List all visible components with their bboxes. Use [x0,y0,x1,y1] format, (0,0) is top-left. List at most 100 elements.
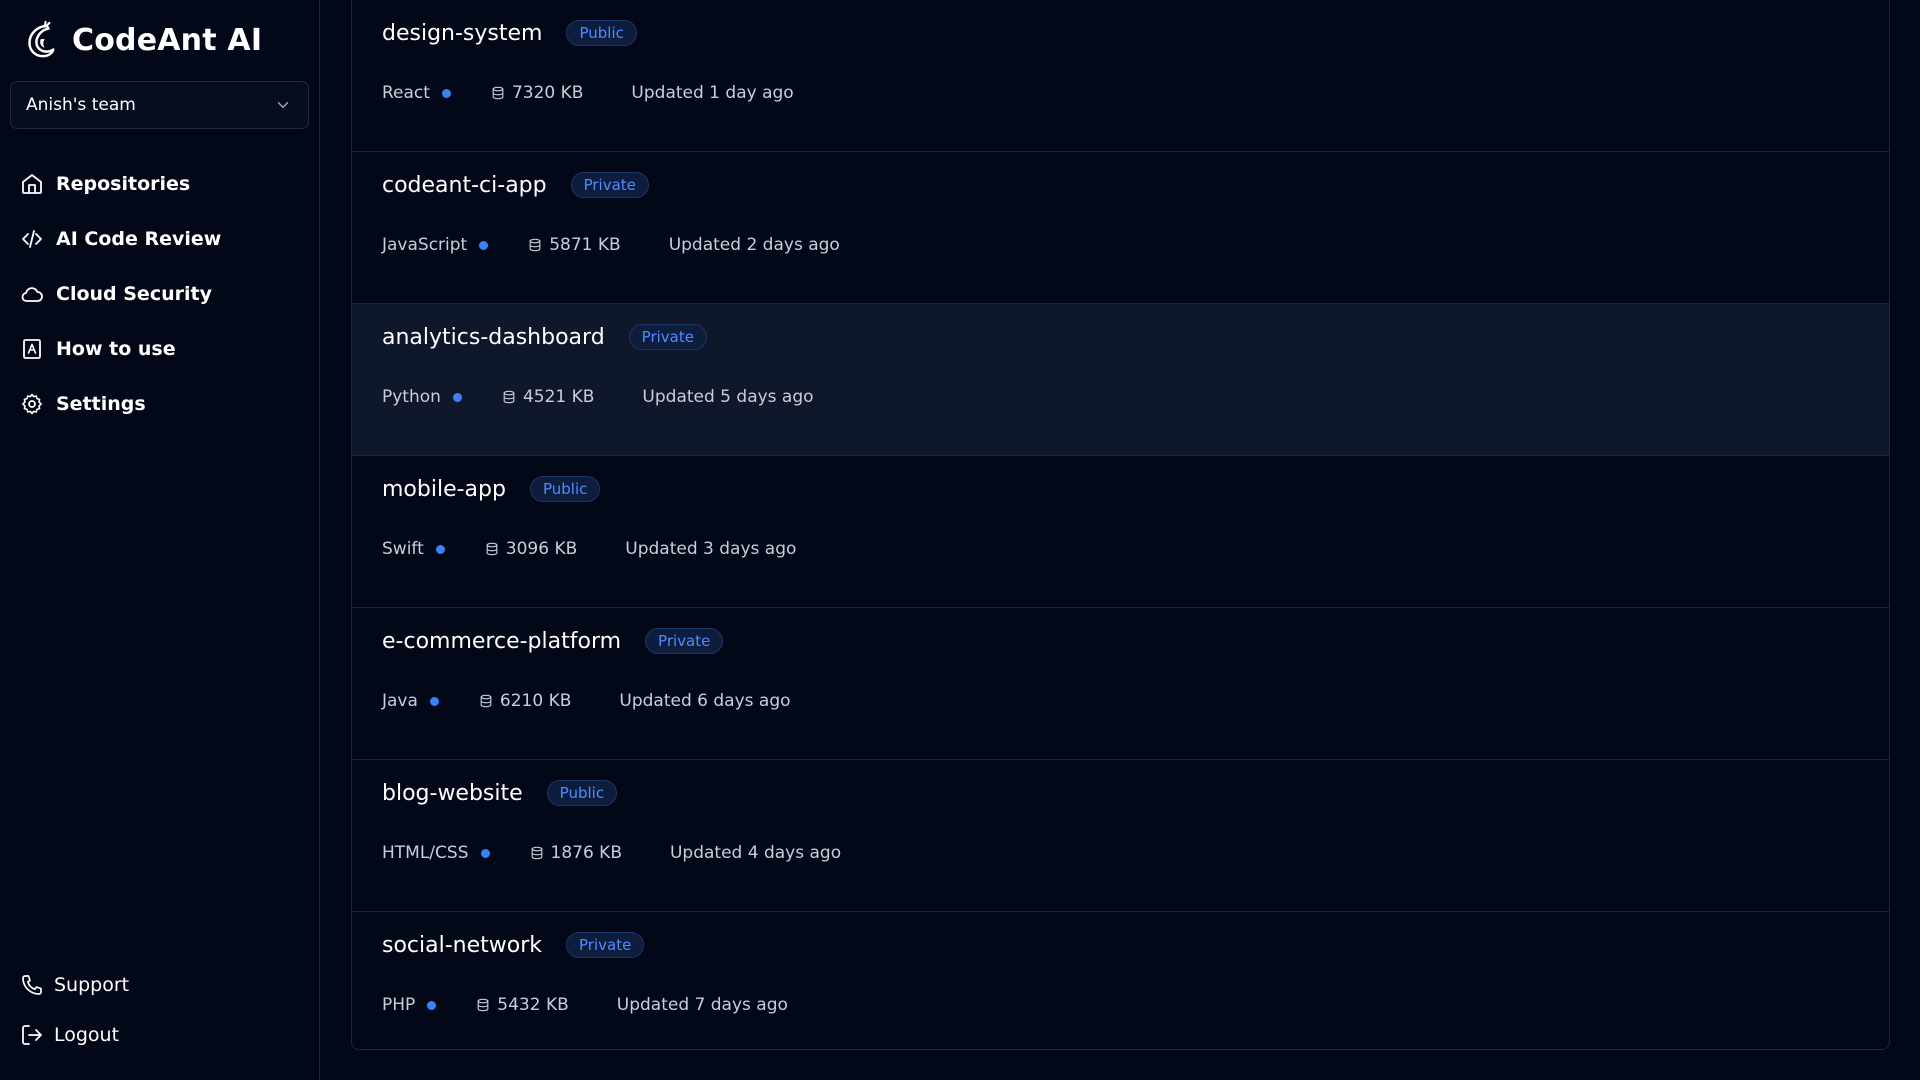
repository-meta: HTML/CSS 1876 KB Updated 4 days ago [382,840,841,866]
nav-item-repositories[interactable]: Repositories [20,156,310,211]
repository-updated: Updated 3 days ago [625,539,797,559]
repository-language: React [382,83,430,103]
repository-meta: PHP 5432 KB Updated 7 days ago [382,992,788,1018]
repository-size: 4521 KB [502,387,594,407]
repository-size-value: 4521 KB [522,387,595,407]
repository-name[interactable]: design-system [382,21,542,46]
repository-updated: Updated 7 days ago [616,995,788,1015]
database-icon [503,390,515,404]
repository-row[interactable]: mobile-app Public Swift 3096 KB Updated … [352,456,1889,608]
repository-updated: Updated 1 day ago [631,83,794,103]
repository-updated: Updated 2 days ago [668,235,840,255]
nav-item-settings[interactable]: Settings [20,376,310,431]
brand[interactable]: CodeAnt AI [20,20,262,60]
repository-row[interactable]: design-system Public React 7320 KB Updat… [352,0,1889,152]
repository-header: codeant-ci-app Private [382,170,649,200]
repository-row[interactable]: e-commerce-platform Private Java 6210 KB… [352,608,1889,760]
visibility-badge: Private [645,628,724,654]
visibility-badge: Public [566,20,637,46]
repository-row[interactable]: blog-website Public HTML/CSS 1876 KB Upd… [352,760,1889,912]
repository-row[interactable]: social-network Private PHP 5432 KB Updat… [352,912,1889,1049]
sidebar: CodeAnt AI Anish's team Repositories AI … [0,0,320,1080]
book-icon [23,338,41,359]
repository-name[interactable]: codeant-ci-app [382,173,547,198]
team-selector[interactable]: Anish's team [10,81,309,129]
visibility-badge: Public [529,476,601,502]
language-dot-icon [427,1000,437,1010]
repository-meta: React 7320 KB Updated 1 day ago [382,80,794,106]
nav-label: Settings [56,392,146,415]
visibility-badge: Private [628,324,707,350]
logout-icon [22,1025,42,1045]
repository-name[interactable]: blog-website [382,781,523,806]
nav-item-cloud-security[interactable]: Cloud Security [20,266,310,321]
repository-language: Swift [382,539,424,559]
main-nav: Repositories AI Code Review Cloud Securi… [20,156,310,431]
database-icon [477,998,489,1012]
repository-size-value: 3096 KB [505,539,578,559]
repository-header: social-network Private [382,930,645,960]
cloud-icon [21,286,43,302]
language-dot-icon [429,696,439,706]
repository-meta: Java 6210 KB Updated 6 days ago [382,688,791,714]
repository-row[interactable]: codeant-ci-app Private JavaScript 5871 K… [352,152,1889,304]
repository-size: 3096 KB [485,539,577,559]
support-link[interactable]: Support [20,960,310,1010]
visibility-badge: Public [546,780,618,806]
repository-name[interactable]: e-commerce-platform [382,629,621,654]
repository-list: design-system Public React 7320 KB Updat… [351,0,1890,1050]
repository-row[interactable]: analytics-dashboard Private Python 4521 … [352,304,1889,456]
repository-header: analytics-dashboard Private [382,322,707,352]
team-selector-value: Anish's team [26,95,136,115]
visibility-badge: Private [570,172,649,198]
repository-updated: Updated 4 days ago [669,843,842,863]
nav-label: Cloud Security [56,282,212,305]
gear-icon [22,393,42,414]
home-icon [22,173,42,194]
repository-updated: Updated 6 days ago [619,691,791,711]
bottom-nav: Support Logout [20,960,310,1060]
repository-header: e-commerce-platform Private [382,626,724,656]
language-dot-icon [480,848,490,858]
language-dot-icon [441,88,451,98]
repository-language: Python [382,387,441,407]
repository-language: HTML/CSS [382,843,469,863]
repository-meta: Swift 3096 KB Updated 3 days ago [382,536,796,562]
visibility-badge: Private [566,932,645,958]
nav-item-ai-code-review[interactable]: AI Code Review [20,211,310,266]
language-dot-icon [479,240,489,250]
repository-meta: Python 4521 KB Updated 5 days ago [382,384,814,410]
nav-label: How to use [56,337,176,360]
nav-label: Repositories [56,172,191,195]
code-icon [22,229,42,248]
chevron-down-icon [277,102,289,108]
repository-name[interactable]: mobile-app [382,477,506,502]
repository-language: PHP [382,995,416,1015]
repository-name[interactable]: analytics-dashboard [382,325,605,350]
database-icon [486,542,498,556]
nav-label: AI Code Review [56,227,222,250]
repository-updated: Updated 5 days ago [642,387,814,407]
database-icon [480,694,492,708]
repository-header: mobile-app Public [382,474,601,504]
repository-header: design-system Public [382,18,637,48]
repository-size-value: 6210 KB [499,691,572,711]
repository-size-value: 7320 KB [511,83,584,103]
repository-size-value: 5871 KB [549,235,621,255]
repository-language: JavaScript [382,235,468,255]
brand-name: CodeAnt AI [72,22,263,58]
repository-size: 1876 KB [530,843,622,863]
nav-item-how-to-use[interactable]: How to use [20,321,310,376]
repository-name[interactable]: social-network [382,933,542,958]
logout-button[interactable]: Logout [20,1010,310,1060]
repository-meta: JavaScript 5871 KB Updated 2 days ago [382,232,840,258]
repository-size-value: 1876 KB [550,843,622,863]
repository-size: 6210 KB [479,691,571,711]
logout-label: Logout [54,1024,120,1046]
repository-language: Java [382,691,418,711]
database-icon [531,846,542,860]
repository-size-value: 5432 KB [497,995,569,1015]
phone-icon [22,975,42,995]
language-dot-icon [435,544,445,554]
database-icon [492,86,504,100]
